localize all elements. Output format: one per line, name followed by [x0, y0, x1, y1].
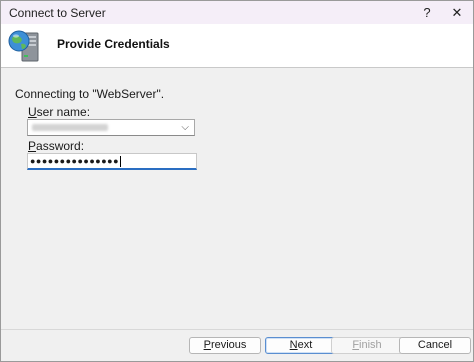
connect-to-server-dialog: Connect to Server ? ✕ Provide Credential… — [0, 0, 474, 362]
password-label: Password: — [28, 139, 84, 153]
previous-button[interactable]: Previous — [189, 337, 261, 354]
wizard-banner: Provide Credentials — [1, 24, 473, 68]
username-combobox[interactable]: ⌵ — [27, 119, 195, 136]
password-input[interactable]: ●●●●●●●●●●●●●●● — [27, 153, 197, 170]
text-caret — [120, 156, 122, 168]
server-globe-icon — [8, 30, 39, 62]
finish-button[interactable]: Finish — [331, 337, 403, 354]
username-value-redacted — [32, 124, 108, 131]
finish-label: inish — [359, 339, 382, 351]
connecting-message: Connecting to "WebServer". — [15, 87, 165, 101]
next-button[interactable]: Next — [265, 337, 337, 354]
username-label: User name: — [28, 105, 90, 119]
previous-access-key: P — [203, 339, 211, 351]
help-button[interactable]: ? — [413, 1, 441, 24]
username-label-access-key: U — [28, 105, 37, 119]
next-access-key: N — [289, 339, 298, 351]
chevron-down-icon[interactable]: ⌵ — [181, 120, 189, 135]
page-heading: Provide Credentials — [57, 37, 170, 51]
cancel-button[interactable]: Cancel — [399, 337, 471, 354]
password-masked-value: ●●●●●●●●●●●●●●● — [30, 156, 120, 166]
previous-label: revious — [210, 339, 247, 351]
password-label-text: assword: — [36, 139, 85, 153]
title-bar: Connect to Server ? ✕ — [1, 1, 473, 24]
window-title: Connect to Server — [9, 6, 106, 20]
username-label-text: ser name: — [36, 105, 91, 119]
next-label: ext — [297, 339, 313, 351]
close-button[interactable]: ✕ — [441, 1, 473, 24]
password-label-access-key: P — [28, 139, 37, 153]
